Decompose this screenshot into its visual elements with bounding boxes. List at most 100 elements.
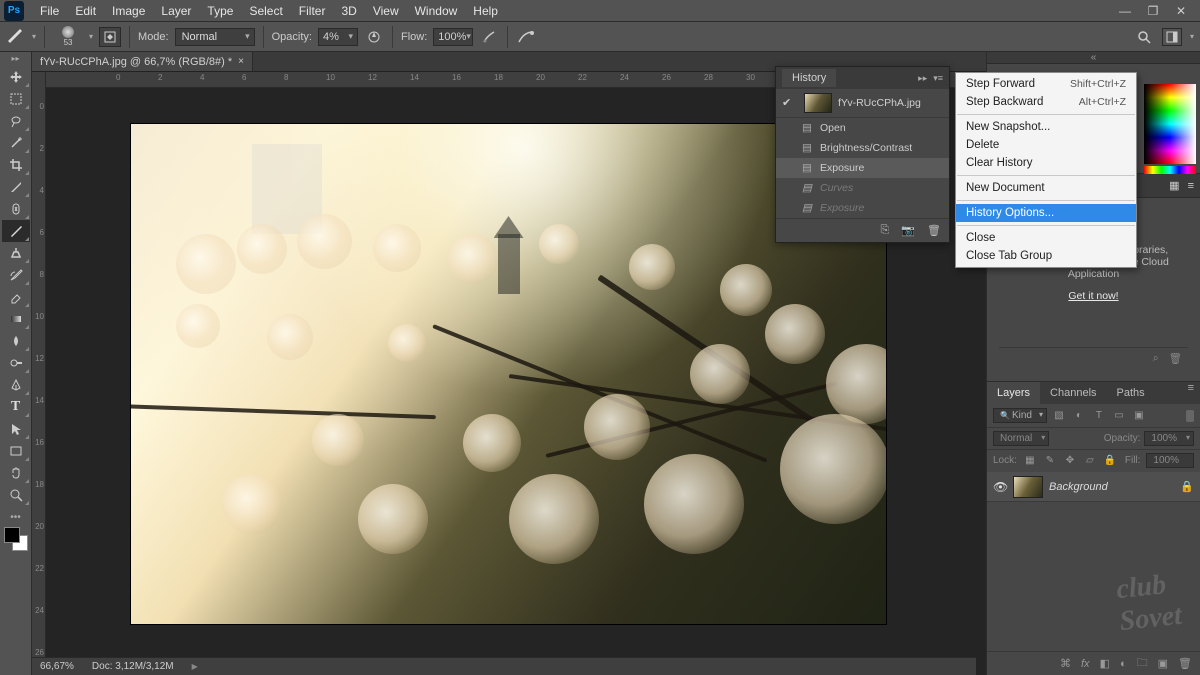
workspace-switch-icon[interactable] xyxy=(1162,28,1182,46)
menu-edit[interactable]: Edit xyxy=(67,4,104,18)
ctx-close[interactable]: Close xyxy=(956,229,1136,247)
type-tool[interactable]: T xyxy=(2,396,30,418)
flow-input[interactable]: 100% xyxy=(433,28,473,46)
brush-tool[interactable] xyxy=(2,220,30,242)
layer-fx-icon[interactable]: fx xyxy=(1081,658,1090,670)
lock-paint-icon[interactable]: ✎ xyxy=(1043,453,1057,467)
layer-row-background[interactable]: 👁 Background 🔒 xyxy=(987,472,1200,502)
filter-toggle[interactable] xyxy=(1186,410,1194,422)
window-close-icon[interactable]: ✕ xyxy=(1172,4,1190,18)
healing-brush-tool[interactable] xyxy=(2,198,30,220)
layers-panel-menu-icon[interactable]: ≡ xyxy=(1182,382,1200,404)
menu-filter[interactable]: Filter xyxy=(291,4,334,18)
hand-tool[interactable] xyxy=(2,462,30,484)
status-menu-icon[interactable]: ▶ xyxy=(192,662,198,671)
pen-tool[interactable] xyxy=(2,374,30,396)
blend-mode-select[interactable]: Normal xyxy=(175,28,255,46)
tab-layers[interactable]: Layers xyxy=(987,382,1040,404)
lock-all-icon[interactable]: 🔒 xyxy=(1103,453,1117,467)
doc-size-readout[interactable]: Doc: 3,12M/3,12M xyxy=(92,661,174,672)
ctx-step-backward[interactable]: Step BackwardAlt+Ctrl+Z xyxy=(956,93,1136,111)
eraser-tool[interactable] xyxy=(2,286,30,308)
history-brush-tool[interactable] xyxy=(2,264,30,286)
ctx-step-forward[interactable]: Step ForwardShift+Ctrl+Z xyxy=(956,75,1136,93)
eyedropper-tool[interactable] xyxy=(2,176,30,198)
color-spectrum[interactable] xyxy=(1144,84,1196,164)
layer-filter-select[interactable]: Kind xyxy=(993,408,1047,423)
layer-name[interactable]: Background xyxy=(1049,481,1108,493)
tab-paths[interactable]: Paths xyxy=(1107,382,1155,404)
hue-slider[interactable] xyxy=(1144,166,1196,174)
adjustment-layer-icon[interactable]: ◐ xyxy=(1120,658,1127,670)
menu-image[interactable]: Image xyxy=(104,4,153,18)
zoom-readout[interactable]: 66,67% xyxy=(40,661,74,672)
tools-collapse-icon[interactable]: ▸▸ xyxy=(11,54,19,66)
ctx-new-document[interactable]: New Document xyxy=(956,179,1136,197)
menu-file[interactable]: File xyxy=(32,4,67,18)
move-tool[interactable] xyxy=(2,66,30,88)
delete-state-icon[interactable]: 🗑 xyxy=(927,224,941,237)
menu-help[interactable]: Help xyxy=(465,4,506,18)
layer-thumbnail[interactable] xyxy=(1013,476,1043,498)
menu-select[interactable]: Select xyxy=(241,4,290,18)
new-snapshot-icon[interactable]: 📷 xyxy=(901,224,915,237)
new-doc-from-state-icon[interactable]: ⎘ xyxy=(881,224,890,237)
menu-window[interactable]: Window xyxy=(407,4,466,18)
delete-layer-icon[interactable]: 🗑 xyxy=(1178,657,1192,670)
color-swatches[interactable] xyxy=(4,527,28,551)
history-step[interactable]: ▤Curves xyxy=(776,178,949,198)
libraries-search-icon[interactable]: ⌕ xyxy=(1153,352,1159,365)
menu-layer[interactable]: Layer xyxy=(153,4,199,18)
history-step[interactable]: ▤Exposure xyxy=(776,198,949,218)
new-layer-icon[interactable]: ▣ xyxy=(1158,657,1168,670)
brush-panel-toggle-icon[interactable] xyxy=(99,27,121,47)
opacity-pressure-icon[interactable] xyxy=(364,28,384,46)
layer-mask-icon[interactable]: ◧ xyxy=(1100,657,1110,670)
history-panel-menu-icon[interactable]: ▾≡ xyxy=(933,73,943,84)
edit-toolbar-icon[interactable]: ••• xyxy=(10,512,21,523)
get-it-now-link[interactable]: Get it now! xyxy=(1068,290,1118,302)
filter-type-icon[interactable]: T xyxy=(1091,408,1107,424)
close-tab-icon[interactable]: × xyxy=(238,56,244,67)
lasso-tool[interactable] xyxy=(2,110,30,132)
zoom-tool[interactable] xyxy=(2,484,30,506)
filter-adjust-icon[interactable]: ◐ xyxy=(1071,408,1087,424)
airbrush-icon[interactable] xyxy=(479,28,499,46)
search-icon[interactable] xyxy=(1134,28,1154,46)
size-pressure-icon[interactable] xyxy=(516,28,536,46)
layer-blend-select[interactable]: Normal xyxy=(993,431,1049,446)
brush-preset-picker[interactable]: 53 xyxy=(53,25,83,49)
menu-view[interactable]: View xyxy=(365,4,407,18)
panels-collapse-icon[interactable] xyxy=(987,52,1200,64)
filter-shape-icon[interactable]: ▭ xyxy=(1111,408,1127,424)
marquee-tool[interactable] xyxy=(2,88,30,110)
document-tab[interactable]: fYv-RUcCPhA.jpg @ 66,7% (RGB/8#) * × xyxy=(32,52,253,71)
clone-stamp-tool[interactable] xyxy=(2,242,30,264)
crop-tool[interactable] xyxy=(2,154,30,176)
opacity-input[interactable]: 4% xyxy=(318,28,358,46)
rectangle-tool[interactable] xyxy=(2,440,30,462)
history-brush-source-icon[interactable]: ✔ xyxy=(782,96,798,110)
lock-position-icon[interactable]: ✥ xyxy=(1063,453,1077,467)
tab-channels[interactable]: Channels xyxy=(1040,382,1106,404)
ctx-clear-history[interactable]: Clear History xyxy=(956,154,1136,172)
dodge-tool[interactable] xyxy=(2,352,30,374)
canvas[interactable] xyxy=(131,124,886,624)
ctx-history-options[interactable]: History Options... xyxy=(956,204,1136,222)
path-select-tool[interactable] xyxy=(2,418,30,440)
lock-pixels-icon[interactable]: ▦ xyxy=(1023,453,1037,467)
lock-artboard-icon[interactable]: ▱ xyxy=(1083,453,1097,467)
magic-wand-tool[interactable] xyxy=(2,132,30,154)
ctx-delete[interactable]: Delete xyxy=(956,136,1136,154)
menu-3d[interactable]: 3D xyxy=(333,4,364,18)
history-collapse-icon[interactable]: ▸▸ xyxy=(918,73,927,84)
history-step[interactable]: ▤Exposure xyxy=(776,158,949,178)
current-tool-brush-icon[interactable] xyxy=(6,28,26,46)
ctx-new-snapshot[interactable]: New Snapshot... xyxy=(956,118,1136,136)
history-tab[interactable]: History xyxy=(782,69,836,87)
ctx-close-tab-group[interactable]: Close Tab Group xyxy=(956,247,1136,265)
fill-input[interactable]: 100% xyxy=(1146,453,1194,468)
window-minimize-icon[interactable]: — xyxy=(1116,4,1134,18)
history-step[interactable]: ▤Brightness/Contrast xyxy=(776,138,949,158)
history-snapshot[interactable]: ✔ fYv-RUcCPhA.jpg xyxy=(776,89,949,118)
